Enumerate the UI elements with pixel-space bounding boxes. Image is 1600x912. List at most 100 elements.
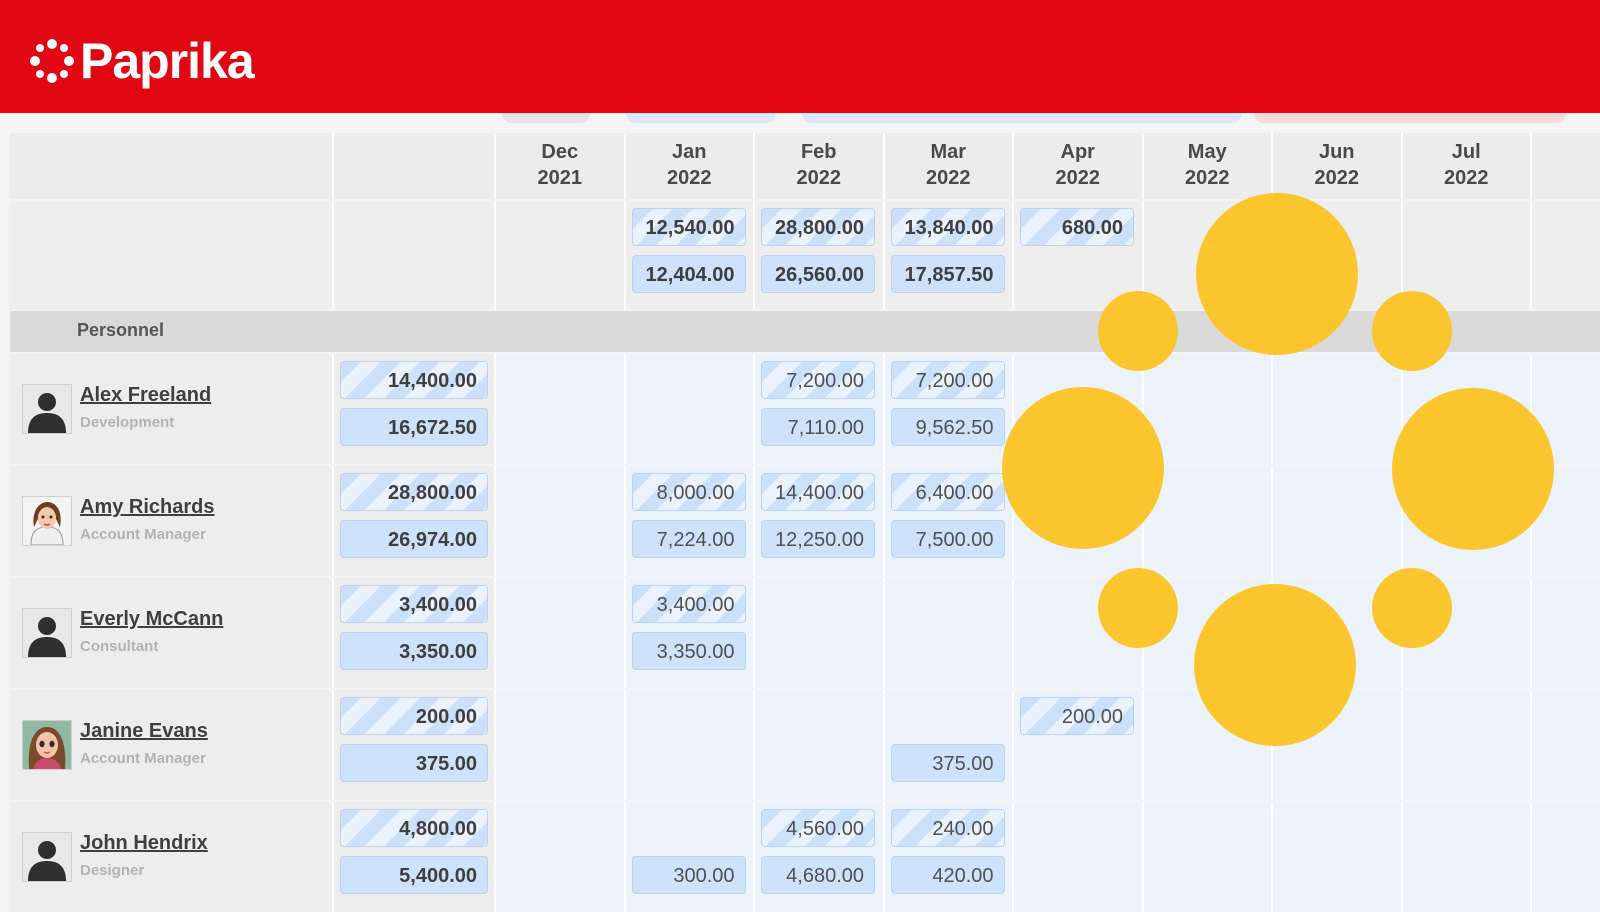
person-total-planned[interactable]: 28,800.00: [340, 473, 488, 511]
month-cell[interactable]: [1014, 578, 1144, 688]
month-cell[interactable]: [1144, 354, 1273, 464]
person-role: Account Manager: [80, 750, 206, 767]
person-row: Amy Richards Account Manager 28,800.00 26,9…: [10, 466, 1600, 576]
month-cell[interactable]: [626, 354, 755, 464]
person-total-actual[interactable]: 3,350.00: [340, 632, 488, 670]
month-cell[interactable]: [1273, 578, 1403, 688]
totals-cell: [1403, 201, 1532, 309]
month-year: 2022: [667, 167, 712, 189]
planned-value[interactable]: 14,400.00: [761, 473, 875, 511]
month-cell[interactable]: [1403, 354, 1532, 464]
total-actual-value[interactable]: 17,857.50: [890, 255, 1005, 293]
default-user-icon: [22, 832, 72, 882]
month-cell[interactable]: [1144, 802, 1273, 912]
planned-value[interactable]: 8,000.00: [631, 473, 746, 511]
planned-value[interactable]: 4,560.00: [761, 809, 875, 847]
woman-avatar-icon: [22, 496, 72, 546]
default-user-icon: [22, 608, 72, 658]
person-total-actual[interactable]: 5,400.00: [340, 856, 488, 894]
person-total-planned[interactable]: 3,400.00: [340, 585, 488, 623]
month-name: Apr: [1060, 141, 1095, 163]
person-total-planned[interactable]: 4,800.00: [340, 809, 488, 847]
actual-value[interactable]: 9,562.50: [890, 408, 1005, 446]
month-header-jul-2022[interactable]: Jul 2022: [1403, 133, 1532, 199]
actual-value[interactable]: 7,500.00: [890, 520, 1005, 558]
total-actual-value[interactable]: 26,560.00: [761, 255, 875, 293]
month-year: 2022: [1444, 167, 1489, 189]
month-cell[interactable]: [1014, 802, 1144, 912]
month-cell[interactable]: [626, 690, 755, 800]
month-label: Dec 2021: [496, 139, 624, 191]
month-year: 2022: [1314, 167, 1360, 189]
month-cell[interactable]: [496, 802, 626, 912]
planned-value[interactable]: 7,200.00: [761, 361, 875, 399]
header-name-cell: [10, 133, 334, 199]
planned-value[interactable]: 7,200.00: [890, 361, 1005, 399]
total-planned-value[interactable]: 28,800.00: [761, 208, 875, 246]
total-planned-value[interactable]: 12,540.00: [631, 208, 746, 246]
month-header-dec-2021[interactable]: Dec 2021: [496, 133, 626, 199]
paprika-logo[interactable]: Paprika: [30, 33, 255, 89]
month-header-apr-2022[interactable]: Apr 2022: [1014, 133, 1144, 199]
total-planned-value[interactable]: 13,840.00: [890, 208, 1005, 246]
month-header-mar-2022[interactable]: Mar 2022: [885, 133, 1014, 199]
month-cell[interactable]: [496, 690, 626, 800]
month-cell[interactable]: [1273, 466, 1403, 576]
month-cell[interactable]: [1014, 354, 1144, 464]
actual-value[interactable]: 3,350.00: [631, 632, 746, 670]
month-cell[interactable]: [1273, 802, 1403, 912]
actual-value[interactable]: 375.00: [890, 744, 1005, 782]
actual-value[interactable]: 4,680.00: [761, 856, 875, 894]
person-row: John Hendrix Designer 4,800.00 5,400.00 300.…: [10, 802, 1600, 912]
month-cell[interactable]: [755, 690, 885, 800]
month-cell[interactable]: [1144, 690, 1273, 800]
month-cell[interactable]: [755, 578, 885, 688]
month-cell[interactable]: [1014, 466, 1144, 576]
month-header-jan-2022[interactable]: Jan 2022: [626, 133, 755, 199]
month-header-feb-2022[interactable]: Feb 2022: [755, 133, 885, 199]
person-total-planned[interactable]: 14,400.00: [340, 361, 488, 399]
month-header-row: Dec 2021 Jan 2022 Feb 2022 Mar 2022 Apr 2022 May 20…: [10, 133, 1600, 199]
section-label: Personnel: [77, 320, 165, 340]
planned-value[interactable]: 6,400.00: [890, 473, 1005, 511]
actual-value[interactable]: 300.00: [631, 856, 746, 894]
month-cell[interactable]: [1273, 354, 1403, 464]
actual-value[interactable]: 7,224.00: [631, 520, 746, 558]
month-header-jun-2022[interactable]: Jun 2022: [1273, 133, 1403, 199]
month-cell[interactable]: [496, 354, 626, 464]
actual-value[interactable]: 420.00: [890, 856, 1005, 894]
month-cell[interactable]: [496, 466, 626, 576]
person-name-link[interactable]: Amy Richards: [80, 496, 215, 519]
month-cell[interactable]: [1403, 578, 1532, 688]
person-name-link[interactable]: Janine Evans: [80, 720, 208, 743]
month-cell[interactable]: [885, 578, 1014, 688]
total-actual-value[interactable]: 12,404.00: [631, 255, 746, 293]
month-cell[interactable]: [1144, 466, 1273, 576]
month-year: 2022: [1185, 167, 1230, 189]
person-row: Alex Freeland Development 14,400.00 16,672.…: [10, 354, 1600, 464]
month-cell[interactable]: [1273, 690, 1403, 800]
person-name-link[interactable]: Everly McCann: [80, 608, 223, 631]
month-cell[interactable]: [1403, 802, 1532, 912]
actual-value[interactable]: 12,250.00: [761, 520, 875, 558]
person-name-link[interactable]: John Hendrix: [80, 832, 208, 855]
month-cell[interactable]: [1403, 690, 1532, 800]
person-name-link[interactable]: Alex Freeland: [80, 384, 211, 407]
month-cell[interactable]: [496, 578, 626, 688]
planned-value[interactable]: 200.00: [1020, 697, 1134, 735]
total-planned-value[interactable]: 680.00: [1020, 208, 1134, 246]
planned-value[interactable]: 240.00: [890, 809, 1005, 847]
month-cell[interactable]: [1144, 578, 1273, 688]
month-name: Jul: [1451, 141, 1481, 163]
month-cell[interactable]: [1403, 466, 1532, 576]
section-row-personnel[interactable]: Personnel: [10, 311, 1600, 352]
person-total-actual[interactable]: 26,974.00: [340, 520, 488, 558]
person-total-planned[interactable]: 200.00: [340, 697, 488, 735]
month-label: Mar 2022: [885, 139, 1013, 191]
planned-value[interactable]: 3,400.00: [631, 585, 746, 623]
month-label: May 2022: [1144, 139, 1272, 191]
person-total-actual[interactable]: 16,672.50: [340, 408, 488, 446]
actual-value[interactable]: 7,110.00: [761, 408, 875, 446]
month-header-may-2022[interactable]: May 2022: [1144, 133, 1273, 199]
person-total-actual[interactable]: 375.00: [340, 744, 488, 782]
